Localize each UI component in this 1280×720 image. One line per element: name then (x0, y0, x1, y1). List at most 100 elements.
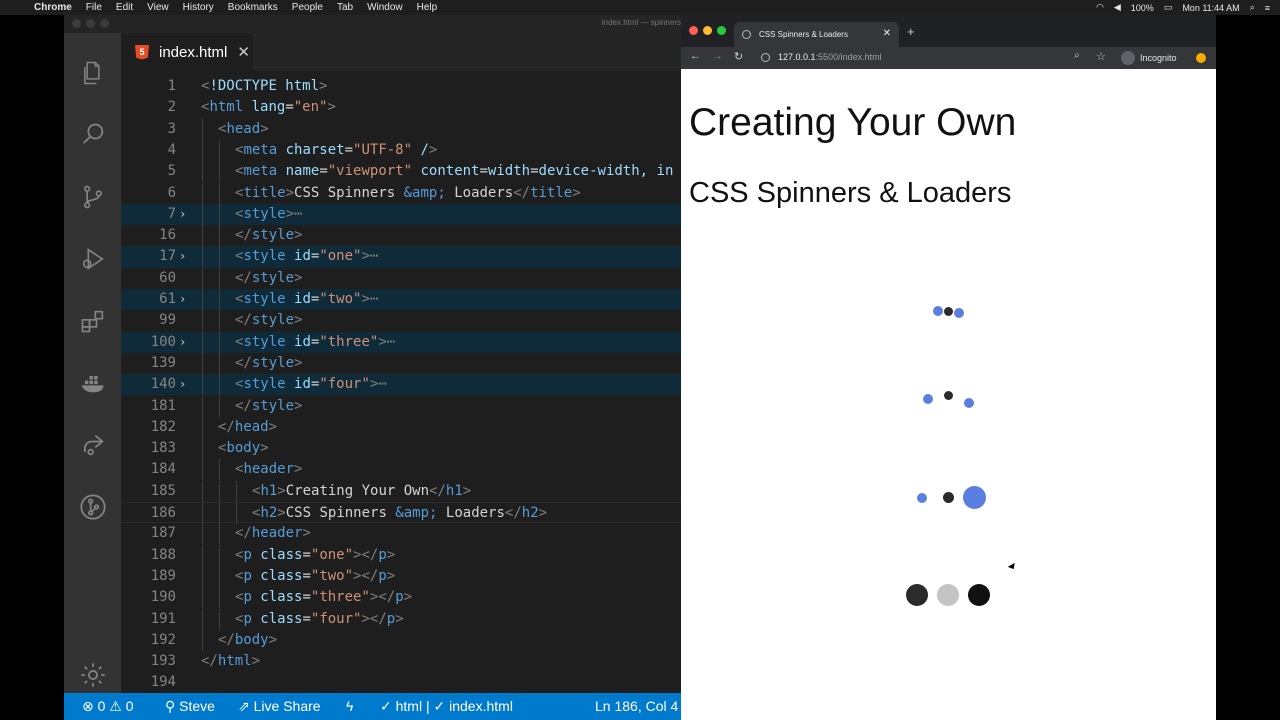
live-share-status[interactable]: ⇗ Live Share (238, 698, 321, 715)
spotlight-icon[interactable]: ⌕ (1250, 2, 1255, 13)
menu-window[interactable]: Window (367, 2, 403, 13)
menu-tab[interactable]: Tab (337, 2, 353, 13)
update-icon[interactable] (1196, 53, 1206, 63)
zoom-window-button[interactable] (100, 19, 109, 28)
volume-icon[interactable]: ◀ (1114, 2, 1121, 13)
minimize-window-button[interactable] (703, 26, 712, 35)
address-bar[interactable]: 127.0.0.1:5500/index.html (756, 49, 1116, 67)
code-line[interactable]: 184 <header> (121, 459, 681, 481)
code-line[interactable]: 140 › <style id="four">⋯ (121, 374, 681, 396)
code-editor[interactable]: 1 <!DOCTYPE html> 2 <html lang="en"> 3 <head>… (121, 71, 681, 693)
git-graph-icon[interactable] (78, 492, 108, 522)
indent-guide (219, 289, 220, 310)
code-line[interactable]: 191 <p class="four"></p> (121, 608, 681, 630)
code-line[interactable]: 139 </style> (121, 352, 681, 374)
code-text: </style> (235, 227, 303, 244)
macos-menu-bar: Chrome File Edit View History Bookmarks … (0, 0, 1280, 15)
info-icon[interactable] (761, 53, 770, 62)
fold-chevron-icon[interactable]: › (179, 246, 186, 267)
battery-icon[interactable]: ▭ (1164, 2, 1173, 13)
forward-arrow-icon[interactable]: → (712, 50, 723, 62)
tab-close-icon[interactable]: ✕ (237, 43, 250, 61)
code-line[interactable]: 7 › <style>⋯ (121, 203, 681, 226)
code-line[interactable]: 182 </head> (121, 416, 681, 438)
code-line[interactable]: 3 <head> (121, 118, 681, 140)
language-mode[interactable]: ✓ html | ✓ index.html (380, 698, 513, 715)
search-icon[interactable] (78, 120, 108, 150)
menu-view[interactable]: View (147, 2, 169, 13)
code-line[interactable]: 193 </html> (121, 651, 681, 672)
close-window-button[interactable] (689, 26, 698, 35)
control-center-icon[interactable]: ≡ (1265, 3, 1270, 13)
spinner-dot (944, 391, 953, 400)
code-line[interactable]: 100 › <style id="three">⋯ (121, 331, 681, 353)
source-control-icon[interactable] (78, 182, 108, 212)
code-line[interactable]: 4 <meta charset="UTF-8" /> (121, 139, 681, 161)
menu-file[interactable]: File (86, 2, 102, 13)
menu-people[interactable]: People (292, 2, 323, 13)
reload-icon[interactable]: ↻ (734, 50, 743, 63)
code-line[interactable]: 16 </style> (121, 225, 681, 247)
fold-chevron-icon[interactable]: › (179, 204, 186, 225)
cursor-position[interactable]: Ln 186, Col 4 (595, 698, 678, 714)
minimize-window-button[interactable] (86, 19, 95, 28)
fold-chevron-icon[interactable]: › (179, 289, 186, 310)
account-indicator[interactable]: ⚲ Steve (165, 698, 215, 715)
code-text: <title>CSS Spinners &amp; Loaders</title… (235, 184, 581, 201)
explorer-icon[interactable] (78, 58, 108, 88)
menu-app-chrome[interactable]: Chrome (34, 2, 72, 13)
code-line[interactable]: 186 <h2>CSS Spinners &amp; Loaders</h2> (121, 502, 681, 524)
code-line[interactable]: 194 (121, 672, 681, 693)
code-line[interactable]: 185 <h1>Creating Your Own</h1> (121, 480, 681, 502)
browser-tab-title: CSS Spinners & Loaders (759, 30, 848, 39)
code-line[interactable]: 190 <p class="three"></p> (121, 587, 681, 609)
url-text[interactable]: 127.0.0.1:5500/index.html (778, 52, 882, 62)
code-line[interactable]: 99 </style> (121, 310, 681, 332)
code-line[interactable]: 6 <title>CSS Spinners &amp; Loaders</titl… (121, 182, 681, 204)
code-line[interactable]: 60 </style> (121, 267, 681, 289)
git-branch-icon[interactable]: ϟ (346, 698, 353, 714)
debug-icon[interactable] (78, 244, 108, 274)
live-share-icon[interactable] (78, 430, 108, 460)
fold-chevron-icon[interactable]: › (179, 332, 186, 353)
close-window-button[interactable] (72, 19, 81, 28)
code-line[interactable]: 61 › <style id="two">⋯ (121, 289, 681, 311)
code-line[interactable]: 183 <body> (121, 438, 681, 460)
menu-history[interactable]: History (183, 2, 214, 13)
tab-close-icon[interactable]: ✕ (883, 28, 891, 39)
bookmark-star-icon[interactable]: ☆ (1096, 50, 1106, 63)
menu-bookmarks[interactable]: Bookmarks (228, 2, 278, 13)
menu-help[interactable]: Help (417, 2, 438, 13)
fold-chevron-icon[interactable]: › (179, 374, 186, 395)
code-line[interactable]: 192 </body> (121, 629, 681, 651)
clock[interactable]: Mon 11:44 AM (1182, 3, 1239, 13)
code-line[interactable]: 2 <html lang="en"> (121, 97, 681, 118)
browser-tab[interactable]: CSS Spinners & Loaders ✕ (734, 22, 899, 47)
indent-guide (219, 267, 220, 289)
page-subheading: CSS Spinners & Loaders (689, 177, 1012, 209)
code-line[interactable]: 1 <!DOCTYPE html> (121, 76, 681, 97)
code-line[interactable]: 17 › <style id="one">⋯ (121, 246, 681, 268)
back-arrow-icon[interactable]: ← (690, 50, 701, 62)
web-page: Creating Your Own CSS Spinners & Loaders (681, 69, 1216, 720)
extensions-icon[interactable] (78, 306, 108, 336)
tab-index-html[interactable]: 5 index.html ✕ (121, 33, 253, 71)
docker-icon[interactable] (78, 368, 108, 398)
code-line[interactable]: 187 </header> (121, 523, 681, 545)
zoom-window-button[interactable] (717, 26, 726, 35)
new-tab-button[interactable]: + (907, 24, 915, 39)
window-title: index.html — spinners (601, 18, 681, 27)
code-text: </html> (201, 653, 261, 670)
wifi-icon[interactable]: ◠ (1096, 2, 1104, 13)
code-line[interactable]: 189 <p class="two"></p> (121, 565, 681, 587)
code-line[interactable]: 5 <meta name="viewport" content=width=dev… (121, 161, 681, 183)
chrome-tab-strip: CSS Spinners & Loaders ✕ + (681, 15, 1216, 47)
incognito-profile[interactable]: Incognito (1121, 49, 1177, 67)
battery-percent[interactable]: 100% (1131, 3, 1154, 13)
menu-edit[interactable]: Edit (116, 2, 133, 13)
code-line[interactable]: 188 <p class="one"></p> (121, 544, 681, 566)
settings-gear-icon[interactable] (78, 660, 108, 690)
code-line[interactable]: 181 </style> (121, 395, 681, 417)
zoom-icon[interactable]: ⌕ (1074, 50, 1080, 61)
problems-indicator[interactable]: ⊗ 0 ⚠ 0 (82, 698, 134, 715)
